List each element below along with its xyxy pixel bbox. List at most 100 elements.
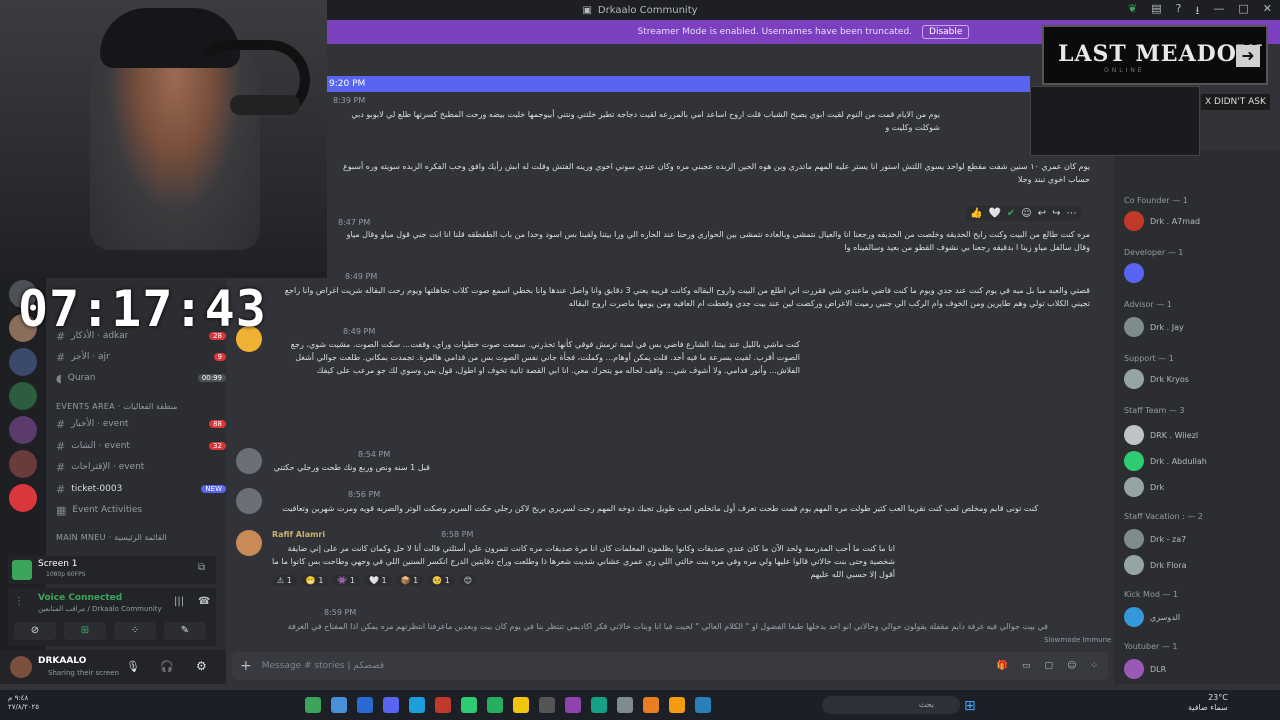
member-item[interactable]: Drk Flora (1124, 554, 1274, 576)
avatar[interactable] (10, 656, 32, 678)
screenshare-button[interactable]: ⊞ (64, 622, 106, 640)
reaction[interactable]: ⚠ 1 (272, 575, 297, 586)
reaction[interactable]: 🤍 1 (364, 575, 392, 586)
taskbar-app-icon[interactable] (617, 697, 633, 713)
help-icon[interactable]: ? (1176, 2, 1182, 21)
taskbar-app-icon[interactable] (669, 697, 685, 713)
member-item[interactable]: Drk Kryos (1124, 368, 1274, 390)
server-icon[interactable] (9, 484, 37, 512)
reaction[interactable]: 📦 1 (395, 575, 424, 586)
dismiss-button[interactable]: X DIDN'T ASK (1201, 94, 1270, 110)
mini-preview[interactable] (1030, 86, 1200, 156)
reaction[interactable]: 🥺 1 (427, 575, 455, 586)
system-clock[interactable]: ٩:٤٨ م ٢٧/٨/٢٠٢٥ (8, 694, 39, 712)
member-item[interactable]: الدوسري (1124, 606, 1274, 628)
channel-item[interactable]: ▦ Event Activities (56, 500, 226, 520)
emoji-icon[interactable]: ☺ (1021, 208, 1031, 219)
system-tray-weather[interactable]: 23°C سماء صافية (1188, 693, 1228, 713)
channel-item[interactable]: # الأجر · ajr 9 (56, 347, 226, 367)
member-item[interactable]: Drk . Jay (1124, 316, 1274, 338)
voice-channel[interactable]: مراقب المتابعين / Drkaalo Community (38, 605, 162, 613)
heart-icon[interactable]: 🤍 (988, 208, 1000, 219)
last-meadow-card[interactable]: LAST MEADOW ONLINE ➜ (1042, 25, 1268, 85)
taskbar-app-icon[interactable] (643, 697, 659, 713)
reaction[interactable]: 😬 1 (300, 575, 329, 586)
member-item[interactable]: Drk - za7 (1124, 528, 1274, 550)
popout-icon[interactable]: ⧉ (198, 562, 205, 573)
disable-button[interactable]: Disable (922, 25, 970, 39)
sticker-icon[interactable]: ▢ (1045, 661, 1054, 671)
add-attachment-icon[interactable]: + (240, 658, 252, 674)
channel-item[interactable]: # ticket-0003 NEW (56, 479, 226, 499)
apps-icon[interactable]: ⁘ (1090, 661, 1098, 671)
download-icon[interactable]: ⭳ (1196, 2, 1200, 21)
gif-icon[interactable]: ▭ (1022, 661, 1031, 671)
taskbar-app-icon[interactable] (435, 697, 451, 713)
channel-item[interactable]: # الأخبار · event 88 (56, 414, 226, 434)
username[interactable]: DRKAALO (38, 656, 86, 666)
channel-item[interactable]: # الإقتراحات · event (56, 457, 226, 477)
more-icon[interactable]: ⋯ (1067, 208, 1077, 219)
taskbar-app-icon[interactable] (539, 697, 555, 713)
gift-icon[interactable]: 🎁 (997, 661, 1008, 671)
channel-item[interactable]: ◖ Quran 00:99 (56, 368, 226, 388)
member-item[interactable]: Drk (1124, 476, 1274, 498)
headphones-icon[interactable]: 🎧 (160, 660, 174, 673)
inbox-icon[interactable]: ▤ (1151, 2, 1161, 21)
taskbar-app-icon[interactable] (305, 697, 321, 713)
author-name[interactable]: Rafif Alamri (272, 530, 325, 539)
windows-start-icon[interactable]: ⊞ (964, 698, 976, 714)
member-item[interactable]: Drk . Abdullah (1124, 450, 1274, 472)
voice-status[interactable]: Voice Connected (38, 593, 122, 603)
server-icon[interactable] (9, 416, 37, 444)
member-item[interactable]: DRK . Wiiezl (1124, 424, 1274, 446)
check-icon[interactable]: ✔ (1007, 208, 1015, 219)
activities-button[interactable]: ⁘ (114, 622, 156, 640)
taskbar-app-icon[interactable] (513, 697, 529, 713)
reaction[interactable]: 👾 1 (332, 575, 360, 586)
taskbar-app-icon[interactable] (695, 697, 711, 713)
server-icon[interactable] (9, 450, 37, 478)
settings-gear-icon[interactable]: ⚙ (196, 659, 207, 673)
screen-share-panel[interactable]: Screen 1 1080p 60FPS ⧉ (8, 556, 216, 584)
reaction[interactable]: 😊 (458, 575, 478, 586)
member-item[interactable]: DLR (1124, 658, 1274, 680)
taskbar-app-icon[interactable] (487, 697, 503, 713)
forward-icon[interactable]: ↪ (1052, 208, 1060, 219)
disconnect-icon[interactable]: ☎ (198, 596, 210, 607)
message-input[interactable]: + Message # stories | قصصكم 🎁 ▭ ▢ ☺ ⁘ (232, 652, 1108, 680)
taskbar-app-icon[interactable] (591, 697, 607, 713)
avatar[interactable] (236, 488, 262, 514)
category-events[interactable]: EVENTS AREA · منطقة الفعاليات (56, 402, 177, 411)
taskbar-search[interactable]: بحث (822, 696, 960, 714)
member-item[interactable] (1124, 262, 1274, 284)
maximize-icon[interactable]: □ (1238, 2, 1248, 21)
member-item[interactable]: Drk . A7mad (1124, 210, 1274, 232)
server-icon[interactable] (9, 382, 37, 410)
server-icon[interactable] (9, 348, 37, 376)
new-messages-bar[interactable]: 9:20 PM (327, 76, 1030, 92)
camera-button[interactable]: ⊘ (14, 622, 56, 640)
arrow-right-icon[interactable]: ➜ (1236, 45, 1260, 67)
unread-badge: 9 (213, 353, 226, 361)
taskbar-app-icon[interactable] (461, 697, 477, 713)
avatar[interactable] (236, 530, 262, 556)
minimize-icon[interactable]: — (1213, 2, 1224, 21)
soundboard-button[interactable]: ✎ (164, 622, 206, 640)
leaf-icon[interactable]: ❦ (1128, 2, 1137, 21)
taskbar-app-icon[interactable] (383, 697, 399, 713)
taskbar-app-icon[interactable] (409, 697, 425, 713)
mic-icon[interactable]: 🎙 (126, 660, 140, 673)
soundboard-icon[interactable]: ||| (174, 596, 184, 607)
signal-icon[interactable]: ⋮ (14, 596, 24, 607)
close-icon[interactable]: ✕ (1263, 2, 1272, 21)
taskbar-app-icon[interactable] (357, 697, 373, 713)
emoji-icon[interactable]: ☺ (1067, 661, 1076, 671)
taskbar-app-icon[interactable] (565, 697, 581, 713)
channel-item[interactable]: # الشات · event 32 (56, 436, 226, 456)
avatar[interactable] (236, 448, 262, 474)
taskbar-app-icon[interactable] (331, 697, 347, 713)
category-main[interactable]: MAIN MNEU · القائمة الرئيسية (56, 533, 167, 542)
thumbs-up-icon[interactable]: 👍 (970, 208, 982, 219)
reply-icon[interactable]: ↩ (1038, 208, 1046, 219)
